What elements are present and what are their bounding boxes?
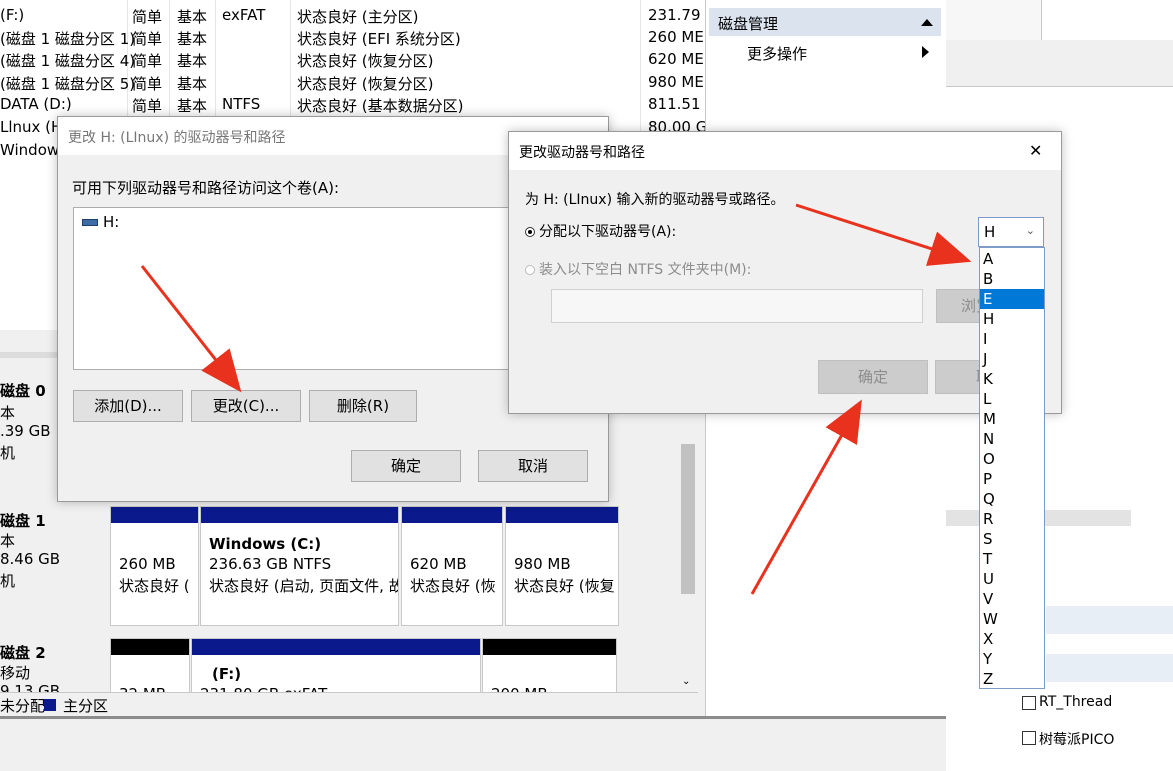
annotation-arrows <box>140 203 972 595</box>
arrow-to-ok-button <box>750 399 862 595</box>
arrow-to-drive-letter-list <box>795 203 972 266</box>
arrow-to-change-button <box>140 265 242 393</box>
